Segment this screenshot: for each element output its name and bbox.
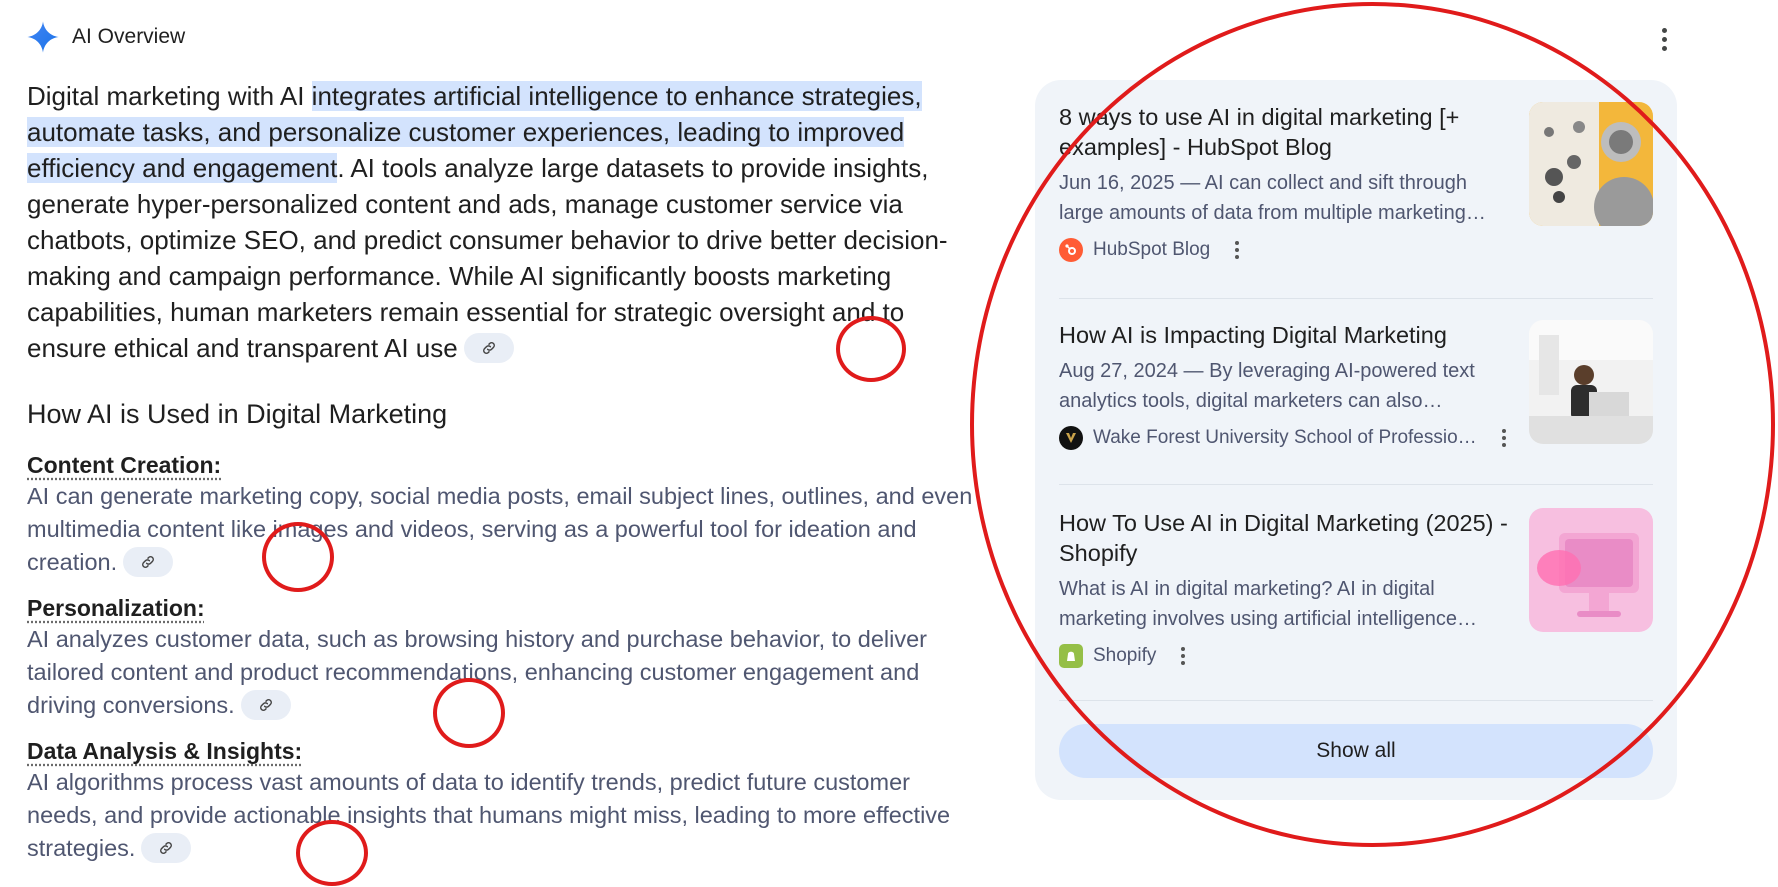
source-name: Shopify xyxy=(1093,645,1157,666)
source-card[interactable]: 8 ways to use AI in digital marketing [+… xyxy=(1059,102,1653,262)
source-title[interactable]: 8 ways to use AI in digital marketing [+… xyxy=(1059,102,1509,162)
source-snippet: What is AI in digital marketing? AI in d… xyxy=(1059,578,1477,630)
citation-link-button[interactable] xyxy=(240,689,291,720)
show-all-button[interactable]: Show all xyxy=(1059,724,1653,778)
source-title[interactable]: How AI is Impacting Digital Marketing xyxy=(1059,320,1509,350)
item-body-content-creation: AI can generate marketing copy, social m… xyxy=(27,483,973,577)
overview-content: Digital marketing with AI integrates art… xyxy=(27,78,977,879)
source-name: Wake Forest University School of Profess… xyxy=(1093,427,1477,448)
source-card[interactable]: How To Use AI in Digital Marketing (2025… xyxy=(1059,508,1653,668)
source-more-icon[interactable] xyxy=(1497,426,1511,450)
source-more-icon[interactable] xyxy=(1176,644,1190,668)
divider xyxy=(1059,484,1653,485)
item-heading-personalization[interactable]: Personalization: xyxy=(27,593,977,623)
citation-link-button[interactable] xyxy=(141,832,192,863)
citation-link-button[interactable] xyxy=(463,333,514,364)
source-attribution: Shopify xyxy=(1059,644,1653,668)
divider xyxy=(1059,700,1653,701)
overview-intro: Digital marketing with AI integrates art… xyxy=(27,78,977,366)
source-title[interactable]: How To Use AI in Digital Marketing (2025… xyxy=(1059,508,1509,568)
link-icon xyxy=(160,841,173,854)
section-title: How AI is Used in Digital Marketing xyxy=(27,399,448,429)
ai-overview-header: AI Overview xyxy=(26,18,185,56)
source-attribution: HubSpot Blog xyxy=(1059,238,1653,262)
source-snippet: Jun 16, 2025 — AI can collect and sift t… xyxy=(1059,172,1486,224)
source-thumbnail xyxy=(1529,508,1653,632)
intro-rest: . AI tools analyze large datasets to pro… xyxy=(27,153,948,363)
link-icon xyxy=(482,342,495,355)
intro-lead: Digital marketing with AI xyxy=(27,81,312,111)
source-thumbnail xyxy=(1529,320,1653,444)
citation-link-button[interactable] xyxy=(123,546,174,577)
source-thumbnail xyxy=(1529,102,1653,226)
gemini-spark-icon xyxy=(27,21,59,53)
source-card[interactable]: How AI is Impacting Digital Marketing Au… xyxy=(1059,320,1653,450)
wake-forest-icon xyxy=(1059,426,1083,450)
item-body-personalization: AI analyzes customer data, such as brows… xyxy=(27,626,928,720)
item-heading-content-creation[interactable]: Content Creation: xyxy=(27,450,977,480)
source-more-icon[interactable] xyxy=(1230,238,1244,262)
more-options-icon[interactable] xyxy=(1652,24,1676,54)
header-title: AI Overview xyxy=(72,25,186,48)
item-heading-data-analysis[interactable]: Data Analysis & Insights: xyxy=(27,736,977,766)
shopify-icon xyxy=(1059,644,1083,668)
item-body-data-analysis: AI algorithms process vast amounts of da… xyxy=(27,769,951,863)
source-name: HubSpot Blog xyxy=(1093,239,1211,260)
link-icon xyxy=(142,555,155,568)
divider xyxy=(1059,298,1653,299)
source-snippet: Aug 27, 2024 — By leveraging AI-powered … xyxy=(1059,360,1475,412)
sources-panel: 8 ways to use AI in digital marketing [+… xyxy=(1035,80,1677,800)
hubspot-icon xyxy=(1059,238,1083,262)
link-icon xyxy=(259,698,272,711)
